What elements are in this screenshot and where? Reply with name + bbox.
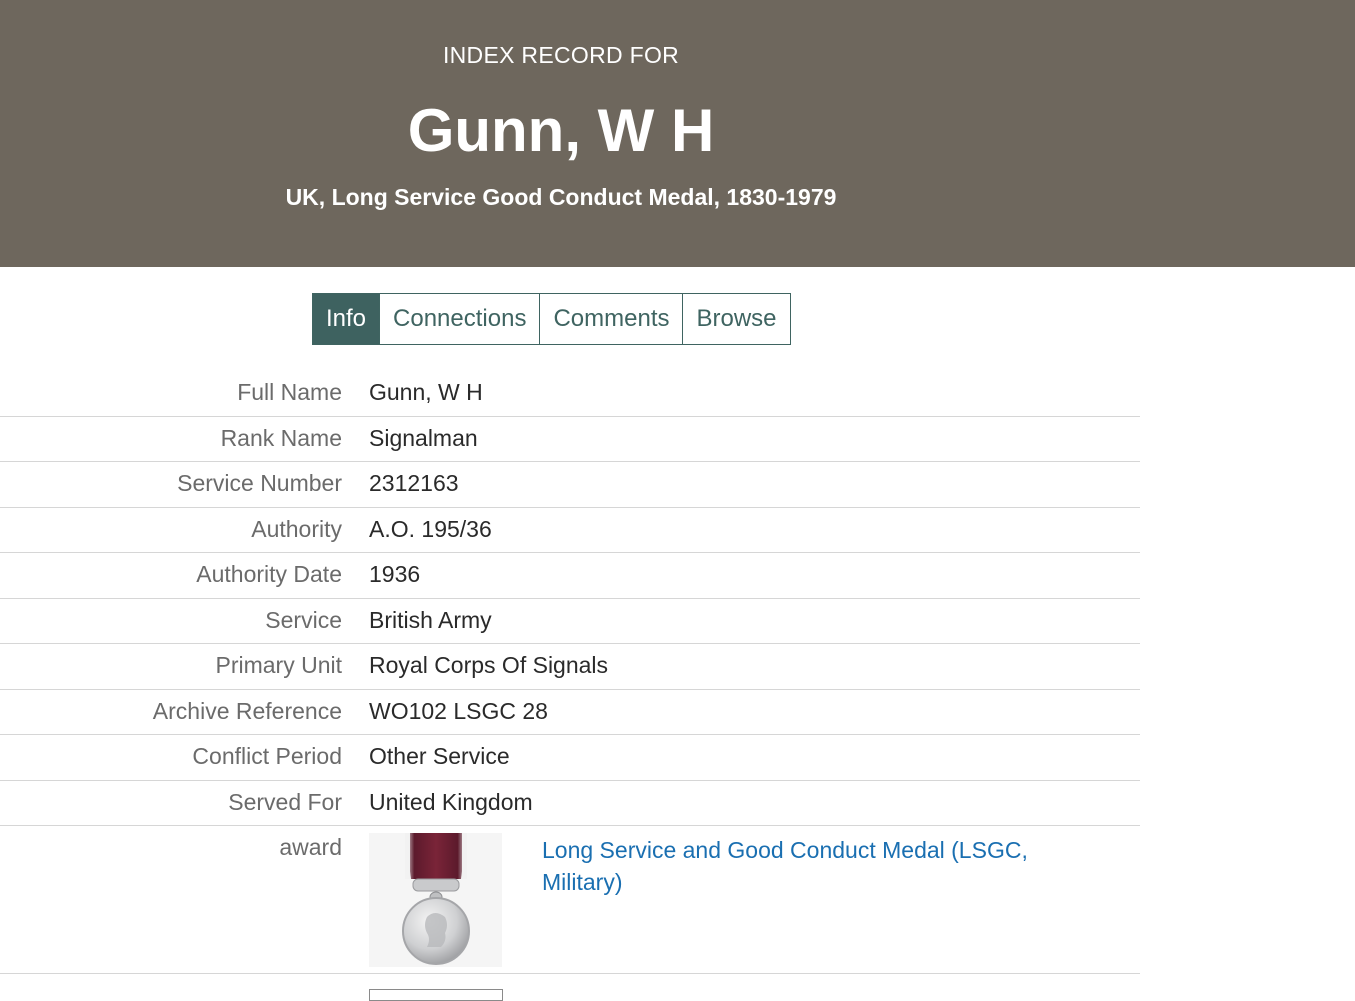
detail-row-full-name: Full Name Gunn, W H <box>0 371 1140 417</box>
award-link[interactable]: Long Service and Good Conduct Medal (LSG… <box>542 834 1102 973</box>
partial-box <box>369 989 503 1001</box>
detail-label: Archive Reference <box>152 697 342 724</box>
detail-label: Authority Date <box>196 561 342 587</box>
detail-value: WO102 LSGC 28 <box>369 697 548 724</box>
tab-connections[interactable]: Connections <box>380 294 541 344</box>
detail-label: Full Name <box>237 379 342 405</box>
detail-value: 1936 <box>369 561 421 587</box>
detail-row-rank-name: Rank Name Signalman <box>0 417 1140 462</box>
page-title: Gunn, W H <box>407 97 715 164</box>
detail-label: Rank Name <box>220 424 342 451</box>
detail-row-authority-date: Authority Date 1936 <box>0 553 1140 599</box>
record-tabs: Info Connections Comments Browse <box>312 293 791 345</box>
detail-value: Royal Corps Of Signals <box>369 652 609 678</box>
tab-browse[interactable]: Browse <box>683 294 790 344</box>
detail-row-award: award Long Service and Good Conduct Meda… <box>0 826 1140 974</box>
tab-info[interactable]: Info <box>313 294 381 344</box>
tab-comments[interactable]: Comments <box>540 294 684 344</box>
record-header: INDEX RECORD FOR Gunn, W H UK, Long Serv… <box>0 0 1355 267</box>
detail-label: Service <box>265 606 342 633</box>
detail-row-authority: Authority A.O. 195/36 <box>0 508 1140 553</box>
detail-label: Conflict Period <box>192 743 342 769</box>
detail-row-service-number: Service Number 2312163 <box>0 462 1140 508</box>
detail-row-archive-reference: Archive Reference WO102 LSGC 28 <box>0 690 1140 735</box>
detail-label: Authority <box>251 515 342 542</box>
detail-row-primary-unit: Primary Unit Royal Corps Of Signals <box>0 644 1140 690</box>
detail-value: Other Service <box>369 743 510 769</box>
detail-label: Primary Unit <box>215 652 342 678</box>
detail-value: A.O. 195/36 <box>369 515 492 542</box>
detail-value: British Army <box>369 606 492 633</box>
detail-value: 2312163 <box>369 470 459 496</box>
detail-row-served-for: Served For United Kingdom <box>0 781 1140 826</box>
record-details: Full Name Gunn, W H Rank Name Signalman … <box>0 371 1140 974</box>
detail-label: award <box>279 834 342 860</box>
medal-image[interactable] <box>369 833 502 967</box>
detail-value: United Kingdom <box>369 788 533 815</box>
detail-row-conflict-period: Conflict Period Other Service <box>0 735 1140 781</box>
detail-row-service: Service British Army <box>0 599 1140 644</box>
medal-icon <box>369 833 502 967</box>
detail-value: Signalman <box>369 424 478 451</box>
detail-label: Service Number <box>177 470 342 496</box>
collection-title: UK, Long Service Good Conduct Medal, 183… <box>285 184 837 210</box>
detail-value: Gunn, W H <box>369 379 483 405</box>
eyebrow-text: INDEX RECORD FOR <box>442 42 680 68</box>
detail-label: Served For <box>228 788 342 815</box>
